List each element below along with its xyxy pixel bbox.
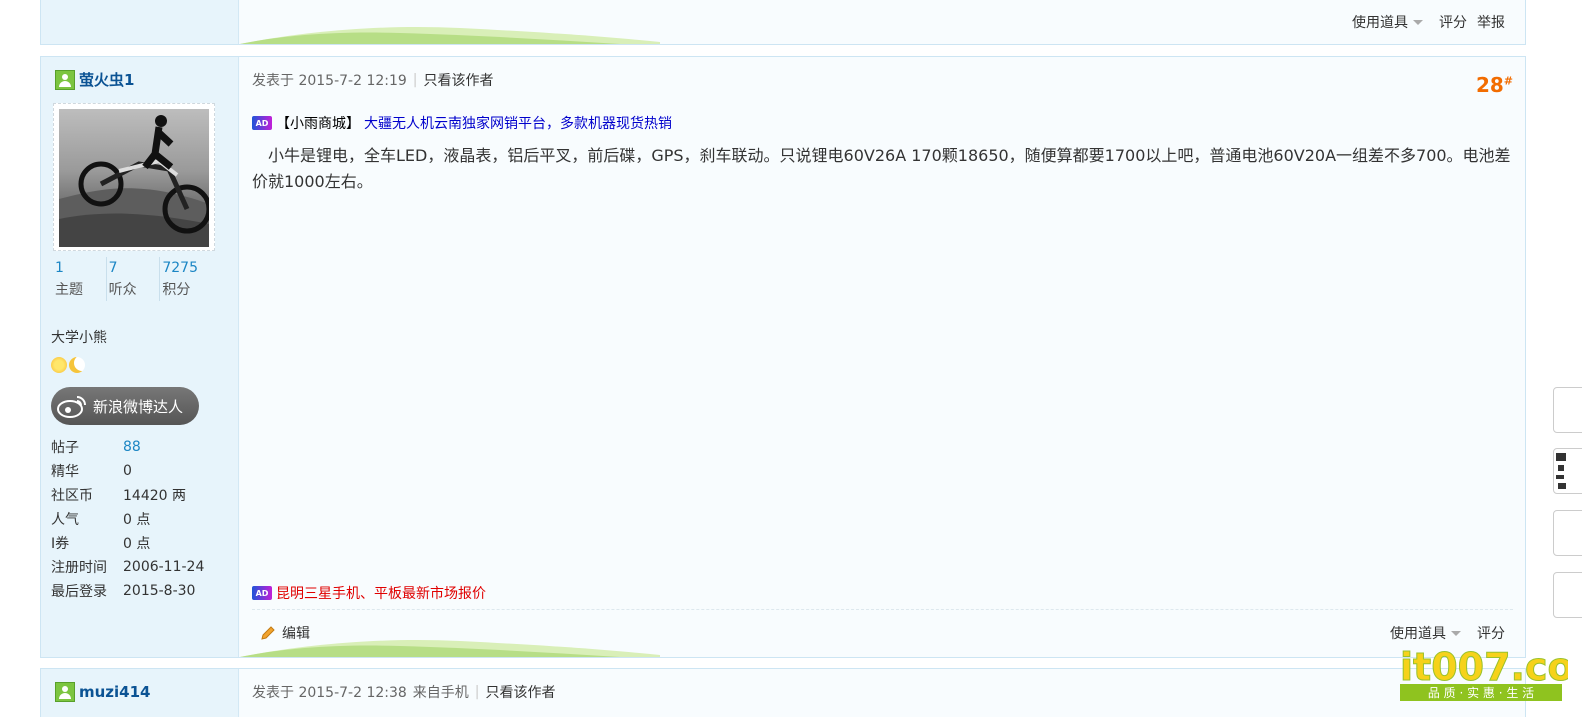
post-timestamp: 发表于 2015-7-2 12:19 xyxy=(252,73,407,89)
stat-points[interactable]: 7275 积分 xyxy=(159,257,213,301)
post-meta: 发表于 2015-7-2 12:19 | 只看该作者 xyxy=(252,70,494,90)
profile-row: 精华 0 xyxy=(51,463,132,480)
previous-post: 使用道具 评分 举报 xyxy=(40,0,1526,45)
post-body: 小牛是锂电，全车LED，液晶表，铝后平叉，前后碟，GPS，刹车联动。只说锂电60… xyxy=(252,146,1511,191)
profile-row: 社区币 14420 两 xyxy=(51,488,186,504)
ad-prefix: 【小雨商城】 xyxy=(276,116,360,132)
post-28: 萤火虫1 1 主题 7 听众 7275 积分 大学小熊 新浪微博达人 帖子 88… xyxy=(40,56,1526,658)
author-sidebar: muzi414 xyxy=(41,669,239,717)
only-author-link[interactable]: 只看该作者 xyxy=(424,70,494,90)
author-name[interactable]: 萤火虫1 xyxy=(55,69,134,90)
avatar-frame[interactable] xyxy=(53,103,215,251)
ad-icon: AD xyxy=(252,586,272,600)
chevron-down-icon xyxy=(1451,630,1461,636)
ad-link[interactable]: 昆明三星手机、平板最新市场报价 xyxy=(276,583,486,603)
edit-button[interactable]: 编辑 xyxy=(260,623,310,643)
use-tools-button[interactable]: 使用道具 xyxy=(1352,12,1423,32)
rate-button[interactable]: 评分 xyxy=(1439,12,1467,32)
post-meta: 发表于 2015-7-2 12:38 来自手机 | 只看该作者 xyxy=(252,682,556,702)
float-tool-top[interactable] xyxy=(1553,572,1582,618)
profile-row: 最后登录 2015-8-30 xyxy=(51,583,196,600)
svg-text:it007.com: it007.com xyxy=(1400,645,1568,689)
avatar[interactable] xyxy=(59,109,209,247)
sun-icon xyxy=(51,357,67,373)
author-name[interactable]: muzi414 xyxy=(55,682,151,702)
author-stats: 1 主题 7 听众 7275 积分 xyxy=(53,257,213,301)
stat-followers[interactable]: 7 听众 xyxy=(105,257,160,301)
pencil-icon xyxy=(260,625,276,641)
svg-text:品 质 · 实 惠 · 生 活: 品 质 · 实 惠 · 生 活 xyxy=(1428,685,1534,700)
divider: | xyxy=(412,72,418,88)
float-tool-qrcode[interactable] xyxy=(1553,448,1582,494)
qrcode-icon xyxy=(1556,453,1566,489)
divider: | xyxy=(474,684,480,700)
ad-link[interactable]: 大疆无人机云南独家网销平台，多款机器现货热销 xyxy=(364,113,672,133)
profile-row: 人气 0 点 xyxy=(51,512,151,528)
chevron-down-icon xyxy=(1413,19,1423,25)
post-content: 发表于 2015-7-2 12:19 | 只看该作者 28# AD 【小雨商城】… xyxy=(240,57,1525,657)
floor-number[interactable]: 28# xyxy=(1476,73,1513,97)
profile-row: 注册时间 2006-11-24 xyxy=(51,559,205,576)
profile-row: 帖子 88 xyxy=(51,439,141,456)
user-rank-title: 大学小熊 xyxy=(51,330,107,346)
author-sidebar: 萤火虫1 1 主题 7 听众 7275 积分 大学小熊 新浪微博达人 帖子 88… xyxy=(41,57,239,657)
user-online-icon xyxy=(55,682,75,702)
float-tool-feedback[interactable] xyxy=(1553,510,1582,556)
ad-icon: AD xyxy=(252,116,272,130)
next-post: muzi414 发表于 2015-7-2 12:38 来自手机 | 只看该作者 xyxy=(40,668,1526,717)
report-button[interactable]: 举报 xyxy=(1477,12,1505,32)
moon-icon xyxy=(69,357,85,373)
weibo-expert-badge[interactable]: 新浪微博达人 xyxy=(51,387,199,425)
post-source: 来自手机 xyxy=(412,685,469,701)
only-author-link[interactable]: 只看该作者 xyxy=(486,682,556,702)
author-profile: 帖子 88 精华 0 社区币 14420 两 人气 0 点 I券 0 点 注册时间 2006… xyxy=(51,435,231,603)
author-sidebar xyxy=(41,0,239,44)
post-timestamp: 发表于 2015-7-2 12:38 xyxy=(252,685,407,701)
user-online-icon xyxy=(55,69,75,90)
post-footer: 使用道具 评分 举报 xyxy=(240,0,1525,44)
footer-grass-decoration xyxy=(240,609,1525,657)
profile-row: I券 0 点 xyxy=(51,536,151,552)
stat-topics[interactable]: 1 主题 xyxy=(53,257,106,301)
float-tool-share[interactable] xyxy=(1553,387,1582,433)
post-content: 发表于 2015-7-2 12:38 来自手机 | 只看该作者 xyxy=(240,669,1525,717)
ad-top: AD 【小雨商城】 大疆无人机云南独家网销平台，多款机器现货热销 xyxy=(252,113,672,133)
post-actions: 使用道具 评分 举报 xyxy=(1352,12,1505,32)
ad-bottom: AD 昆明三星手机、平板最新市场报价 xyxy=(252,583,486,603)
level-medals xyxy=(51,357,85,373)
footer-grass-decoration xyxy=(240,0,1525,44)
site-watermark-logo: it007.com 品 质 · 实 惠 · 生 活 xyxy=(1398,640,1582,704)
weibo-icon xyxy=(57,394,87,418)
